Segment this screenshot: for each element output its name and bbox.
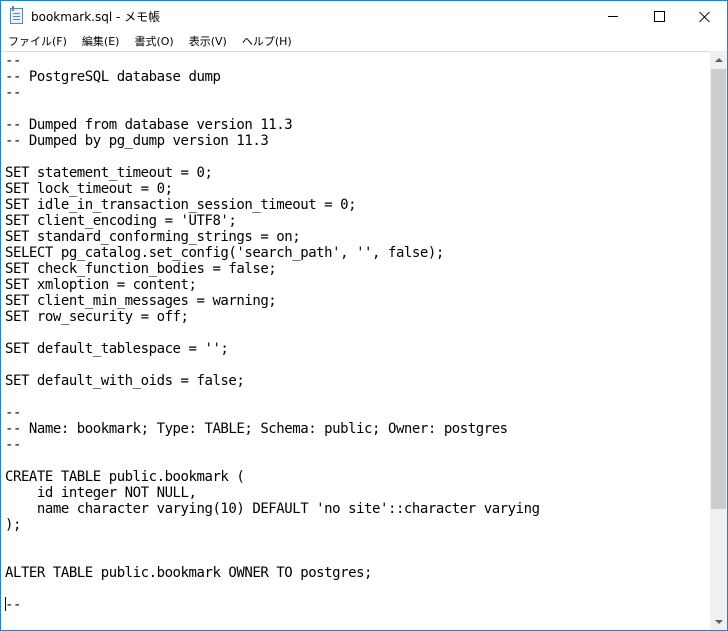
close-icon	[699, 11, 711, 23]
menu-view[interactable]: 表示(V)	[181, 32, 234, 51]
menu-format[interactable]: 書式(O)	[126, 32, 180, 51]
window-title: bookmark.sql - メモ帳	[31, 10, 161, 24]
text-caret	[5, 597, 6, 611]
scrollbar-thumb[interactable]	[711, 69, 726, 509]
scroll-down-button[interactable]	[710, 613, 727, 630]
text-editor[interactable]: -- -- PostgreSQL database dump -- -- Dum…	[1, 51, 710, 630]
minimize-icon	[608, 16, 618, 17]
menu-file[interactable]: ファイル(F)	[1, 32, 74, 51]
notepad-window: bookmark.sql - メモ帳 ファイル(F) 編集(E) 書式(O) 表…	[0, 0, 728, 631]
minimize-button[interactable]	[590, 1, 636, 32]
title-bar[interactable]: bookmark.sql - メモ帳	[1, 1, 727, 32]
vertical-scrollbar[interactable]	[710, 51, 727, 630]
chevron-down-icon	[714, 619, 723, 624]
chevron-up-icon	[714, 57, 723, 62]
notepad-icon	[10, 6, 23, 24]
editor-content[interactable]: -- -- PostgreSQL database dump -- -- Dum…	[5, 53, 540, 613]
menu-bar: ファイル(F) 編集(E) 書式(O) 表示(V) ヘルプ(H)	[1, 32, 727, 51]
maximize-button[interactable]	[636, 1, 682, 32]
scroll-up-button[interactable]	[710, 51, 727, 68]
maximize-icon	[653, 11, 665, 22]
menu-help[interactable]: ヘルプ(H)	[234, 32, 299, 51]
menu-edit[interactable]: 編集(E)	[74, 32, 127, 51]
close-button[interactable]	[682, 1, 727, 32]
